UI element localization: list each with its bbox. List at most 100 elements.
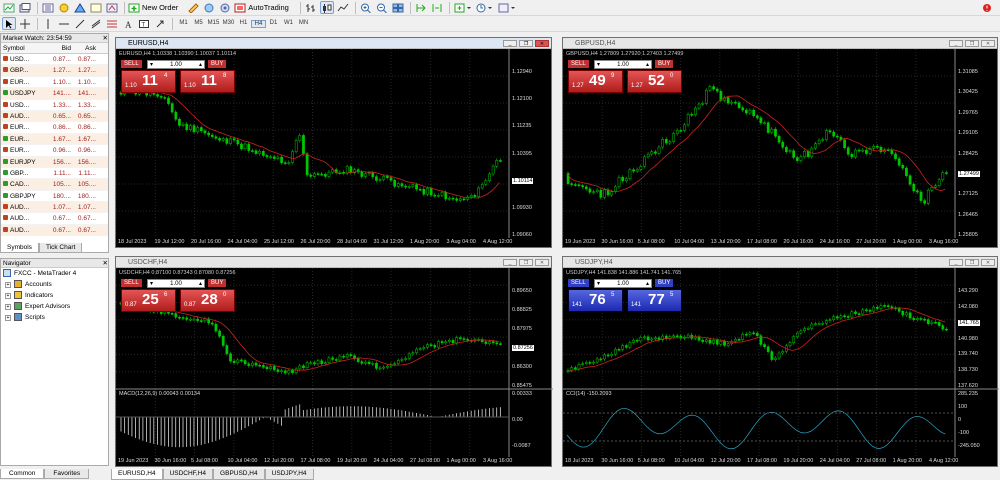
timeframe-d1[interactable]: D1 [266,20,281,28]
new-order-icon[interactable]: New Order [128,1,184,14]
candlestick-icon[interactable] [319,1,334,14]
minimize-icon[interactable]: _ [949,259,963,266]
timeframe-w1[interactable]: W1 [281,20,296,28]
buy-label[interactable]: BUY [655,279,674,287]
fibonacci-icon[interactable] [105,17,119,30]
market-watch-row[interactable]: USD... 1.33... 1.33... [1,99,108,111]
expand-icon[interactable]: + [5,292,11,299]
lot-size-input[interactable]: ▾ 1.00 ▴ [147,279,205,288]
buy-label[interactable]: BUY [655,60,674,68]
crosshair-icon[interactable] [18,17,32,30]
navigator-item-accounts[interactable]: + Accounts [1,279,108,290]
timeframe-m1[interactable]: M1 [176,20,191,28]
sell-button[interactable]: 1.10 11 4 [121,70,176,93]
market-watch-row[interactable]: EUR... 0.86... 0.86... [1,122,108,134]
close-icon[interactable]: ✕ [103,34,108,42]
sell-button[interactable]: 0.87 25 6 [121,289,176,312]
zoom-out-icon[interactable] [375,1,389,14]
buy-label[interactable]: BUY [208,279,227,287]
autoscroll-icon[interactable] [414,1,428,14]
navigator-item-indicators[interactable]: + Indicators [1,290,108,301]
timeframe-m5[interactable]: M5 [191,20,206,28]
timeframe-mn[interactable]: MN [296,20,311,28]
sell-label[interactable]: SELL [568,60,589,68]
chart-tab-usdchf[interactable]: USDCHF,H4 [162,469,214,480]
vertical-line-icon[interactable] [41,17,55,30]
increase-lot-icon[interactable]: ▴ [199,61,202,69]
market-watch-row[interactable]: GBP... 1.11... 1.11... [1,167,108,180]
text-label-icon[interactable]: T [137,17,151,30]
terminal-icon[interactable] [89,1,103,14]
chart-tab-usdjpy[interactable]: USDJPY,H4 [264,469,314,480]
minimize-icon[interactable]: _ [503,40,517,47]
chart-tab-eurusd[interactable]: EURUSD,H4 [111,469,163,480]
signals-icon[interactable] [218,1,232,14]
chart-window-eurusd[interactable]: EURUSD,H4 _ ❐ ✕ EURUSD,H4 1.10338 1.10390 … [115,37,552,248]
close-icon[interactable]: ✕ [103,259,108,267]
buy-button[interactable]: 1.27 52 0 [627,70,682,93]
column-ask[interactable]: Ask [71,43,98,53]
navigator-root[interactable]: FXCC - MetaTrader 4 [1,268,108,279]
templates-icon[interactable] [497,1,517,14]
trendline-icon[interactable] [73,17,87,30]
cursor-icon[interactable] [2,17,16,30]
market-watch-row[interactable]: GBPJPY 180.... 180.... [1,190,108,203]
close-icon[interactable]: ✕ [981,40,995,47]
minimize-icon[interactable]: _ [949,40,963,47]
decrease-lot-icon[interactable]: ▾ [150,280,153,288]
market-watch-row[interactable]: EUR... 0.96... 0.96... [1,145,108,157]
autotrading-icon[interactable]: AutoTrading [234,1,295,14]
timeframe-h1[interactable]: H1 [236,20,251,28]
indicators-icon[interactable] [453,1,473,14]
sell-label[interactable]: SELL [121,279,142,287]
text-tool-icon[interactable]: A [121,17,135,30]
decrease-lot-icon[interactable]: ▾ [597,61,600,69]
close-icon[interactable]: ✕ [535,40,549,47]
chart-tab-gbpusd[interactable]: GBPUSD,H4 [213,469,265,480]
navigator-item-expert-advisors[interactable]: + Expert Advisors [1,301,108,312]
chart-shift-icon[interactable] [430,1,444,14]
line-chart-icon[interactable] [336,1,350,14]
restore-icon[interactable]: ❐ [965,259,979,266]
market-watch-row[interactable]: USDJPY 141.... 141.... [1,88,108,100]
tab-symbols[interactable]: Symbols [0,243,39,253]
expand-icon[interactable]: + [5,281,11,288]
market-watch-row[interactable]: AUD... 0.65... 0.65... [1,110,108,123]
market-icon[interactable] [202,1,216,14]
lot-size-input[interactable]: ▾ 1.00 ▴ [147,60,205,69]
close-icon[interactable]: ✕ [535,259,549,266]
profiles-icon[interactable] [18,1,32,14]
horizontal-line-icon[interactable] [57,17,71,30]
tab-common[interactable]: Common [0,469,45,479]
decrease-lot-icon[interactable]: ▾ [150,61,153,69]
sell-label[interactable]: SELL [121,60,142,68]
minimize-icon[interactable]: _ [503,259,517,266]
bar-chart-icon[interactable] [304,1,318,14]
zoom-in-icon[interactable] [359,1,373,14]
market-watch-row[interactable]: AUD... 0.67... 0.67... [1,224,108,237]
market-watch-icon[interactable] [41,1,55,14]
tab-favorites[interactable]: Favorites [44,469,90,479]
tab-tick-chart[interactable]: Tick Chart [38,243,83,253]
buy-button[interactable]: 0.87 28 0 [180,289,235,312]
chart-title-bar[interactable]: USDJPY,H4 _ ❐ ✕ [563,257,997,268]
market-watch-row[interactable]: USD... 0.87... 0.87... [1,54,108,66]
restore-icon[interactable]: ❐ [519,40,533,47]
timeframe-m15[interactable]: M15 [206,20,221,28]
market-watch-row[interactable]: AUD... 1.07... 1.07... [1,202,108,214]
increase-lot-icon[interactable]: ▴ [646,280,649,288]
expand-icon[interactable]: + [5,303,11,310]
decrease-lot-icon[interactable]: ▾ [597,280,600,288]
sell-button[interactable]: 141 76 5 [568,289,623,312]
metaeditor-icon[interactable] [186,1,200,14]
autotrading-button[interactable]: AutoTrading [248,3,289,12]
increase-lot-icon[interactable]: ▴ [199,280,202,288]
buy-button[interactable]: 141 77 5 [627,289,682,312]
close-icon[interactable]: ✕ [981,259,995,266]
market-watch-row[interactable]: GBP... 1.27... 1.27... [1,65,108,77]
restore-icon[interactable]: ❐ [965,40,979,47]
chart-window-gbpusd[interactable]: GBPUSD,H4 _ ❐ ✕ GBPUSD,H4 1.27809 1.27920 … [562,37,998,248]
channel-icon[interactable] [89,17,103,30]
lot-size-input[interactable]: ▾ 1.00 ▴ [594,60,652,69]
increase-lot-icon[interactable]: ▴ [646,61,649,69]
